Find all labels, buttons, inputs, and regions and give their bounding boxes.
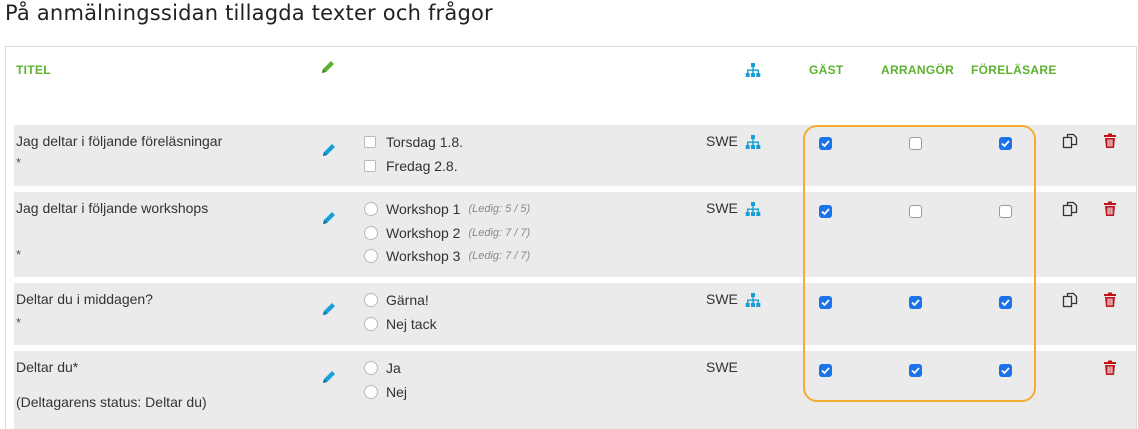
language-label: SWE (706, 133, 738, 149)
trash-icon[interactable] (1102, 133, 1118, 149)
organizer-checkbox[interactable] (909, 205, 922, 218)
edit-pencil-icon[interactable] (320, 209, 338, 227)
hierarchy-header-icon (745, 62, 761, 78)
option-radio[interactable] (364, 293, 378, 307)
column-header-organizer: ARRANGÖR (881, 63, 955, 77)
organizer-checkbox[interactable] (909, 137, 922, 150)
question-title: Deltar du* (16, 359, 79, 375)
option-checkbox[interactable] (364, 136, 376, 148)
required-mark: * (16, 315, 22, 330)
guest-checkbox[interactable] (819, 205, 832, 218)
required-mark: * (16, 247, 22, 262)
option-radio[interactable] (364, 317, 378, 331)
option-item: Ja (364, 358, 401, 378)
option-item: Workshop 3 (Ledig: 7 / 7) (364, 246, 530, 266)
trash-icon[interactable] (1102, 201, 1118, 217)
option-label: Workshop 3 (386, 248, 461, 264)
guest-checkbox[interactable] (819, 296, 832, 309)
option-item: Workshop 1 (Ledig: 5 / 5) (364, 199, 530, 219)
question-title: Jag deltar i följande workshops (16, 200, 209, 216)
edit-pencil-icon[interactable] (320, 368, 338, 386)
option-item: Nej (364, 382, 407, 402)
option-label: Fredag 2.8. (386, 158, 458, 174)
option-item: Fredag 2.8. (364, 156, 458, 176)
availability-note: (Ledig: 7 / 7) (468, 227, 531, 239)
lecturer-checkbox[interactable] (999, 205, 1012, 218)
column-header-title: TITEL (16, 63, 51, 77)
language-label: SWE (706, 291, 738, 307)
trash-icon[interactable] (1102, 292, 1118, 308)
option-radio[interactable] (364, 385, 378, 399)
question-title: Jag deltar i följande föreläsningar (16, 133, 223, 149)
hierarchy-icon[interactable] (745, 134, 761, 150)
guest-checkbox[interactable] (819, 137, 832, 150)
copy-icon[interactable] (1062, 201, 1078, 217)
table-row: Deltar du i middagen? * Gärna! Nej tack … (14, 283, 1136, 345)
page-title: På anmälningssidan tillagda texter och f… (5, 1, 493, 25)
hierarchy-icon[interactable] (745, 201, 761, 217)
language-label: SWE (706, 359, 738, 375)
organizer-checkbox[interactable] (909, 364, 922, 377)
lecturer-checkbox[interactable] (999, 364, 1012, 377)
option-radio[interactable] (364, 202, 378, 216)
availability-note: (Ledig: 5 / 5) (468, 203, 531, 215)
option-label: Ja (386, 360, 401, 376)
edit-pencil-icon[interactable] (320, 141, 338, 159)
organizer-checkbox[interactable] (909, 296, 922, 309)
lecturer-checkbox[interactable] (999, 296, 1012, 309)
option-item: Nej tack (364, 314, 437, 334)
edit-pencil-icon[interactable] (320, 300, 338, 318)
column-header-guest: GÄST (809, 63, 844, 77)
option-radio[interactable] (364, 226, 378, 240)
participant-status: (Deltagarens status: Deltar du) (16, 394, 207, 410)
table-row: Deltar du* (Deltagarens status: Deltar d… (14, 351, 1136, 429)
table-row: Jag deltar i följande föreläsningar * To… (14, 125, 1136, 186)
guest-checkbox[interactable] (819, 364, 832, 377)
required-mark: * (16, 155, 22, 170)
option-label: Workshop 1 (386, 201, 461, 217)
copy-icon[interactable] (1062, 292, 1078, 308)
copy-icon[interactable] (1062, 133, 1078, 149)
option-item: Workshop 2 (Ledig: 7 / 7) (364, 223, 530, 243)
trash-icon[interactable] (1102, 360, 1118, 376)
option-item: Torsdag 1.8. (364, 132, 463, 152)
hierarchy-icon[interactable] (745, 292, 761, 308)
questions-table: TITEL GÄST ARRANGÖR FÖRELÄSARE Jag delta… (5, 46, 1137, 429)
edit-column-pencil-icon[interactable] (319, 58, 337, 76)
option-label: Workshop 2 (386, 225, 461, 241)
availability-note: (Ledig: 7 / 7) (468, 250, 531, 262)
table-row: Jag deltar i följande workshops * Worksh… (14, 192, 1136, 277)
column-header-lecturer: FÖRELÄSARE (971, 63, 1057, 77)
lecturer-checkbox[interactable] (999, 137, 1012, 150)
option-item: Gärna! (364, 290, 429, 310)
option-radio[interactable] (364, 249, 378, 263)
option-checkbox[interactable] (364, 160, 376, 172)
option-label: Nej tack (386, 316, 437, 332)
question-title: Deltar du i middagen? (16, 291, 153, 307)
option-label: Gärna! (386, 292, 429, 308)
option-radio[interactable] (364, 361, 378, 375)
language-label: SWE (706, 200, 738, 216)
option-label: Nej (386, 384, 408, 400)
option-label: Torsdag 1.8. (386, 134, 464, 150)
